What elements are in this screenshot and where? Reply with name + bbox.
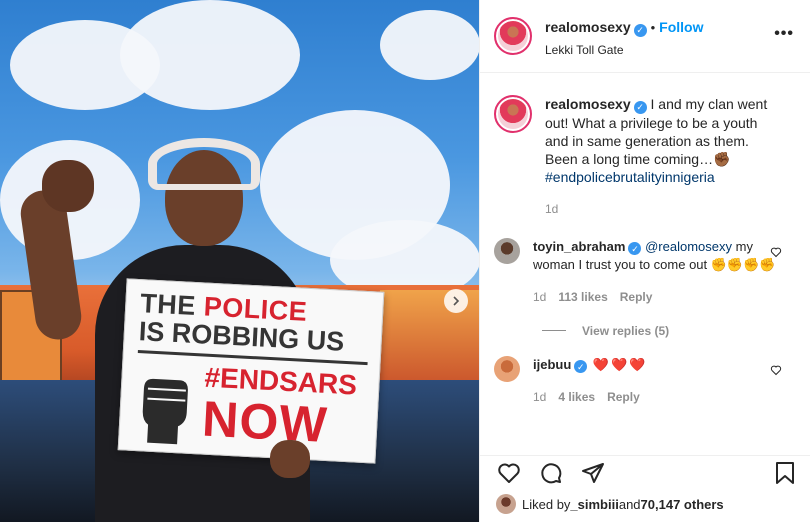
follow-button[interactable]: Follow: [659, 19, 703, 35]
comment-username[interactable]: ijebuu: [533, 357, 571, 372]
raised-fist: [42, 160, 94, 212]
comment-icon: [541, 462, 562, 483]
comment-like-heart-icon[interactable]: [770, 364, 782, 376]
comment-reply-button[interactable]: Reply: [620, 288, 653, 306]
liked-by-user[interactable]: _simbiii: [570, 497, 618, 512]
post-caption: realomosexy ✓ I and my clan went out! Wha…: [494, 95, 794, 218]
post-side-panel: realomosexy ✓ • Follow Lekki Toll Gate ••• …: [479, 0, 810, 522]
bookmark-icon: [776, 461, 794, 484]
replies-rule: [542, 330, 566, 331]
comment-reply-button[interactable]: Reply: [607, 388, 640, 406]
chevron-right-icon: [453, 296, 460, 306]
post-action-bar: [480, 455, 810, 489]
caption-body: realomosexy ✓ I and my clan went out! Wha…: [545, 95, 794, 218]
cloud: [120, 0, 300, 110]
author-username[interactable]: realomosexy: [545, 19, 631, 35]
likes-count[interactable]: 70,147 others: [641, 497, 724, 512]
post-photo[interactable]: THE POLICE IS ROBBING US #ENDSARS NOW: [0, 0, 479, 522]
instagram-post: THE POLICE IS ROBBING US #ENDSARS NOW re…: [0, 0, 810, 522]
heart-icon: [498, 463, 520, 483]
liked-by: Liked by _simbiii and 70,147 others: [496, 494, 724, 514]
comment-avatar[interactable]: [494, 355, 520, 382]
comment-likes[interactable]: 113 likes: [558, 288, 607, 306]
caption-hashtag[interactable]: #endpolicebrutalityinnigeria: [545, 169, 715, 185]
like-button[interactable]: [496, 460, 522, 486]
more-options-icon[interactable]: •••: [774, 25, 794, 43]
comment-mention[interactable]: @realomosexy: [645, 239, 732, 254]
post-location[interactable]: Lekki Toll Gate: [545, 43, 704, 57]
comment-button[interactable]: [538, 460, 564, 486]
fist-icon: [142, 378, 188, 445]
comments-list[interactable]: realomosexy ✓ I and my clan went out! Wha…: [480, 73, 810, 454]
author-avatar[interactable]: [494, 17, 532, 55]
caption-username[interactable]: realomosexy: [545, 96, 631, 112]
caption-avatar[interactable]: [494, 95, 532, 133]
comment-time: 1d: [533, 289, 547, 304]
sign-now: NOW: [200, 390, 329, 454]
share-button[interactable]: [580, 460, 606, 486]
comment-item: toyin_abraham ✓ @realomosexy my woman I t…: [494, 237, 794, 306]
protest-sign: THE POLICE IS ROBBING US #ENDSARS NOW: [117, 278, 385, 464]
comment-like-heart-icon[interactable]: [770, 246, 782, 258]
next-photo-button[interactable]: [444, 289, 468, 313]
cloud: [380, 10, 479, 80]
comment-avatar[interactable]: [494, 237, 520, 264]
verified-badge-icon: ✓: [628, 242, 642, 255]
author-info: realomosexy ✓ • Follow Lekki Toll Gate: [545, 17, 704, 57]
liker-avatar[interactable]: [496, 494, 516, 514]
comment-item: ijebuu ✓ ❤️❤️❤️ 1d 4 likes Reply: [494, 355, 794, 406]
separator-dot: •: [650, 20, 656, 35]
save-button[interactable]: [772, 460, 798, 486]
comment-text: ❤️❤️❤️: [587, 356, 648, 372]
verified-badge-icon: ✓: [633, 24, 647, 37]
liked-by-middle: and: [618, 496, 641, 512]
liked-by-prefix: Liked by: [522, 496, 571, 512]
caption-time: 1d: [545, 201, 559, 216]
comment-body: ijebuu ✓ ❤️❤️❤️ 1d 4 likes Reply: [533, 356, 794, 406]
share-icon: [582, 462, 604, 483]
comment-meta: 1d 4 likes Reply: [533, 388, 778, 406]
view-replies-label: View replies (5): [582, 323, 670, 338]
visor-hat: [148, 138, 260, 190]
view-replies-button[interactable]: View replies (5): [542, 324, 794, 338]
hand: [270, 440, 310, 478]
comment-body: toyin_abraham ✓ @realomosexy my woman I t…: [533, 238, 794, 306]
comment-time: 1d: [533, 389, 547, 404]
verified-badge-icon: ✓: [574, 360, 588, 373]
caption-meta: 1d: [545, 200, 778, 218]
verified-badge-icon: ✓: [633, 100, 647, 114]
comment-meta: 1d 113 likes Reply: [533, 288, 778, 306]
post-header: realomosexy ✓ • Follow Lekki Toll Gate •••: [480, 0, 810, 73]
comment-username[interactable]: toyin_abraham: [533, 239, 625, 254]
comment-likes[interactable]: 4 likes: [558, 388, 595, 406]
